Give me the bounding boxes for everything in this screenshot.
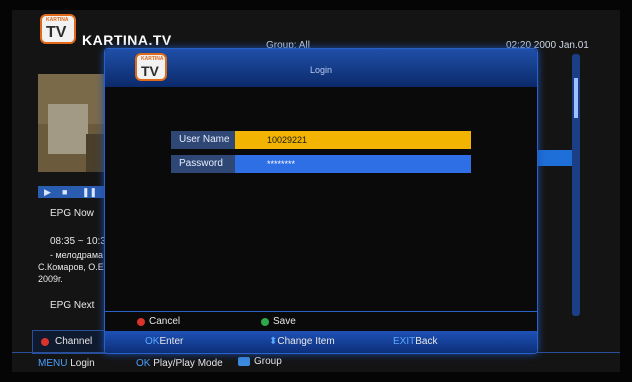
group-hint[interactable]: Group xyxy=(238,356,282,367)
save-button[interactable]: Save xyxy=(273,316,296,327)
channel-highlight-bar xyxy=(536,150,576,166)
username-field[interactable]: 10029221 xyxy=(235,131,471,149)
dialog-logo-small: KARTINA xyxy=(141,56,164,62)
ok-key: OK xyxy=(136,358,151,369)
epg-year: 2009г. xyxy=(38,274,63,284)
exit-key: EXIT xyxy=(393,336,416,347)
tv-screen: KARTINA TV KARTINA.TV Group: All 02:20 2… xyxy=(0,0,632,382)
enter-hint[interactable]: OKEnter xyxy=(145,336,183,347)
epg-genre: - мелодрама xyxy=(50,250,104,260)
menu-key: MENU xyxy=(38,358,68,369)
channel-tab[interactable]: Channel xyxy=(32,330,110,354)
cancel-button[interactable]: Cancel xyxy=(149,316,180,327)
menu-login-label: Login xyxy=(70,358,95,369)
password-label: Password xyxy=(171,155,235,173)
enter-label: Enter xyxy=(159,336,184,347)
epg-cast: С.Комаров, О.Е xyxy=(38,262,104,272)
epg-time: 08:35 ~ 10:3 xyxy=(50,236,106,247)
epg-next-label: EPG Next xyxy=(50,300,95,311)
ok-play-hint[interactable]: OK Play/Play Mode xyxy=(136,358,223,369)
change-item-label: Change Item xyxy=(277,336,335,347)
logo-small-text: KARTINA xyxy=(46,17,69,23)
back-hint[interactable]: EXITBack xyxy=(393,336,437,347)
dialog-footer: Cancel Save xyxy=(105,311,537,332)
dialog-help-bar: OKEnter ⬍Change Item EXITBack xyxy=(105,331,537,353)
play-icon[interactable]: ▶ xyxy=(44,187,51,198)
kartina-logo: KARTINA TV xyxy=(40,14,76,44)
dialog-title-bar: KARTINA TV Login xyxy=(105,49,537,87)
menu-login-hint[interactable]: MENU Login xyxy=(38,358,95,369)
logo-tv-text: TV xyxy=(46,24,67,41)
channel-tab-label: Channel xyxy=(55,336,93,347)
username-label: User Name xyxy=(171,131,235,149)
scrollbar[interactable] xyxy=(572,54,580,316)
pause-icon[interactable]: ❚❚ xyxy=(82,187,97,198)
green-key-icon xyxy=(261,318,269,326)
red-key-icon xyxy=(41,338,49,346)
playback-controls[interactable]: ▶ ■ ❚❚ xyxy=(38,186,108,198)
folder-icon xyxy=(238,356,250,366)
group-label: Group xyxy=(254,356,282,367)
ok-play-label: Play/Play Mode xyxy=(153,358,223,369)
epg-now-label: EPG Now xyxy=(50,208,94,219)
password-field[interactable]: ******** xyxy=(235,155,471,173)
back-label: Back xyxy=(415,336,438,347)
stop-icon[interactable]: ■ xyxy=(62,187,67,197)
dialog-title: Login xyxy=(309,65,333,75)
change-item-hint[interactable]: ⬍Change Item xyxy=(269,336,335,347)
scrollbar-thumb[interactable] xyxy=(574,78,578,118)
ok-key: OK xyxy=(145,336,160,347)
red-key-icon xyxy=(137,318,145,326)
brand-title: KARTINA.TV xyxy=(82,32,172,48)
login-dialog: KARTINA TV Login User Name 10029221 Pass… xyxy=(104,48,538,354)
